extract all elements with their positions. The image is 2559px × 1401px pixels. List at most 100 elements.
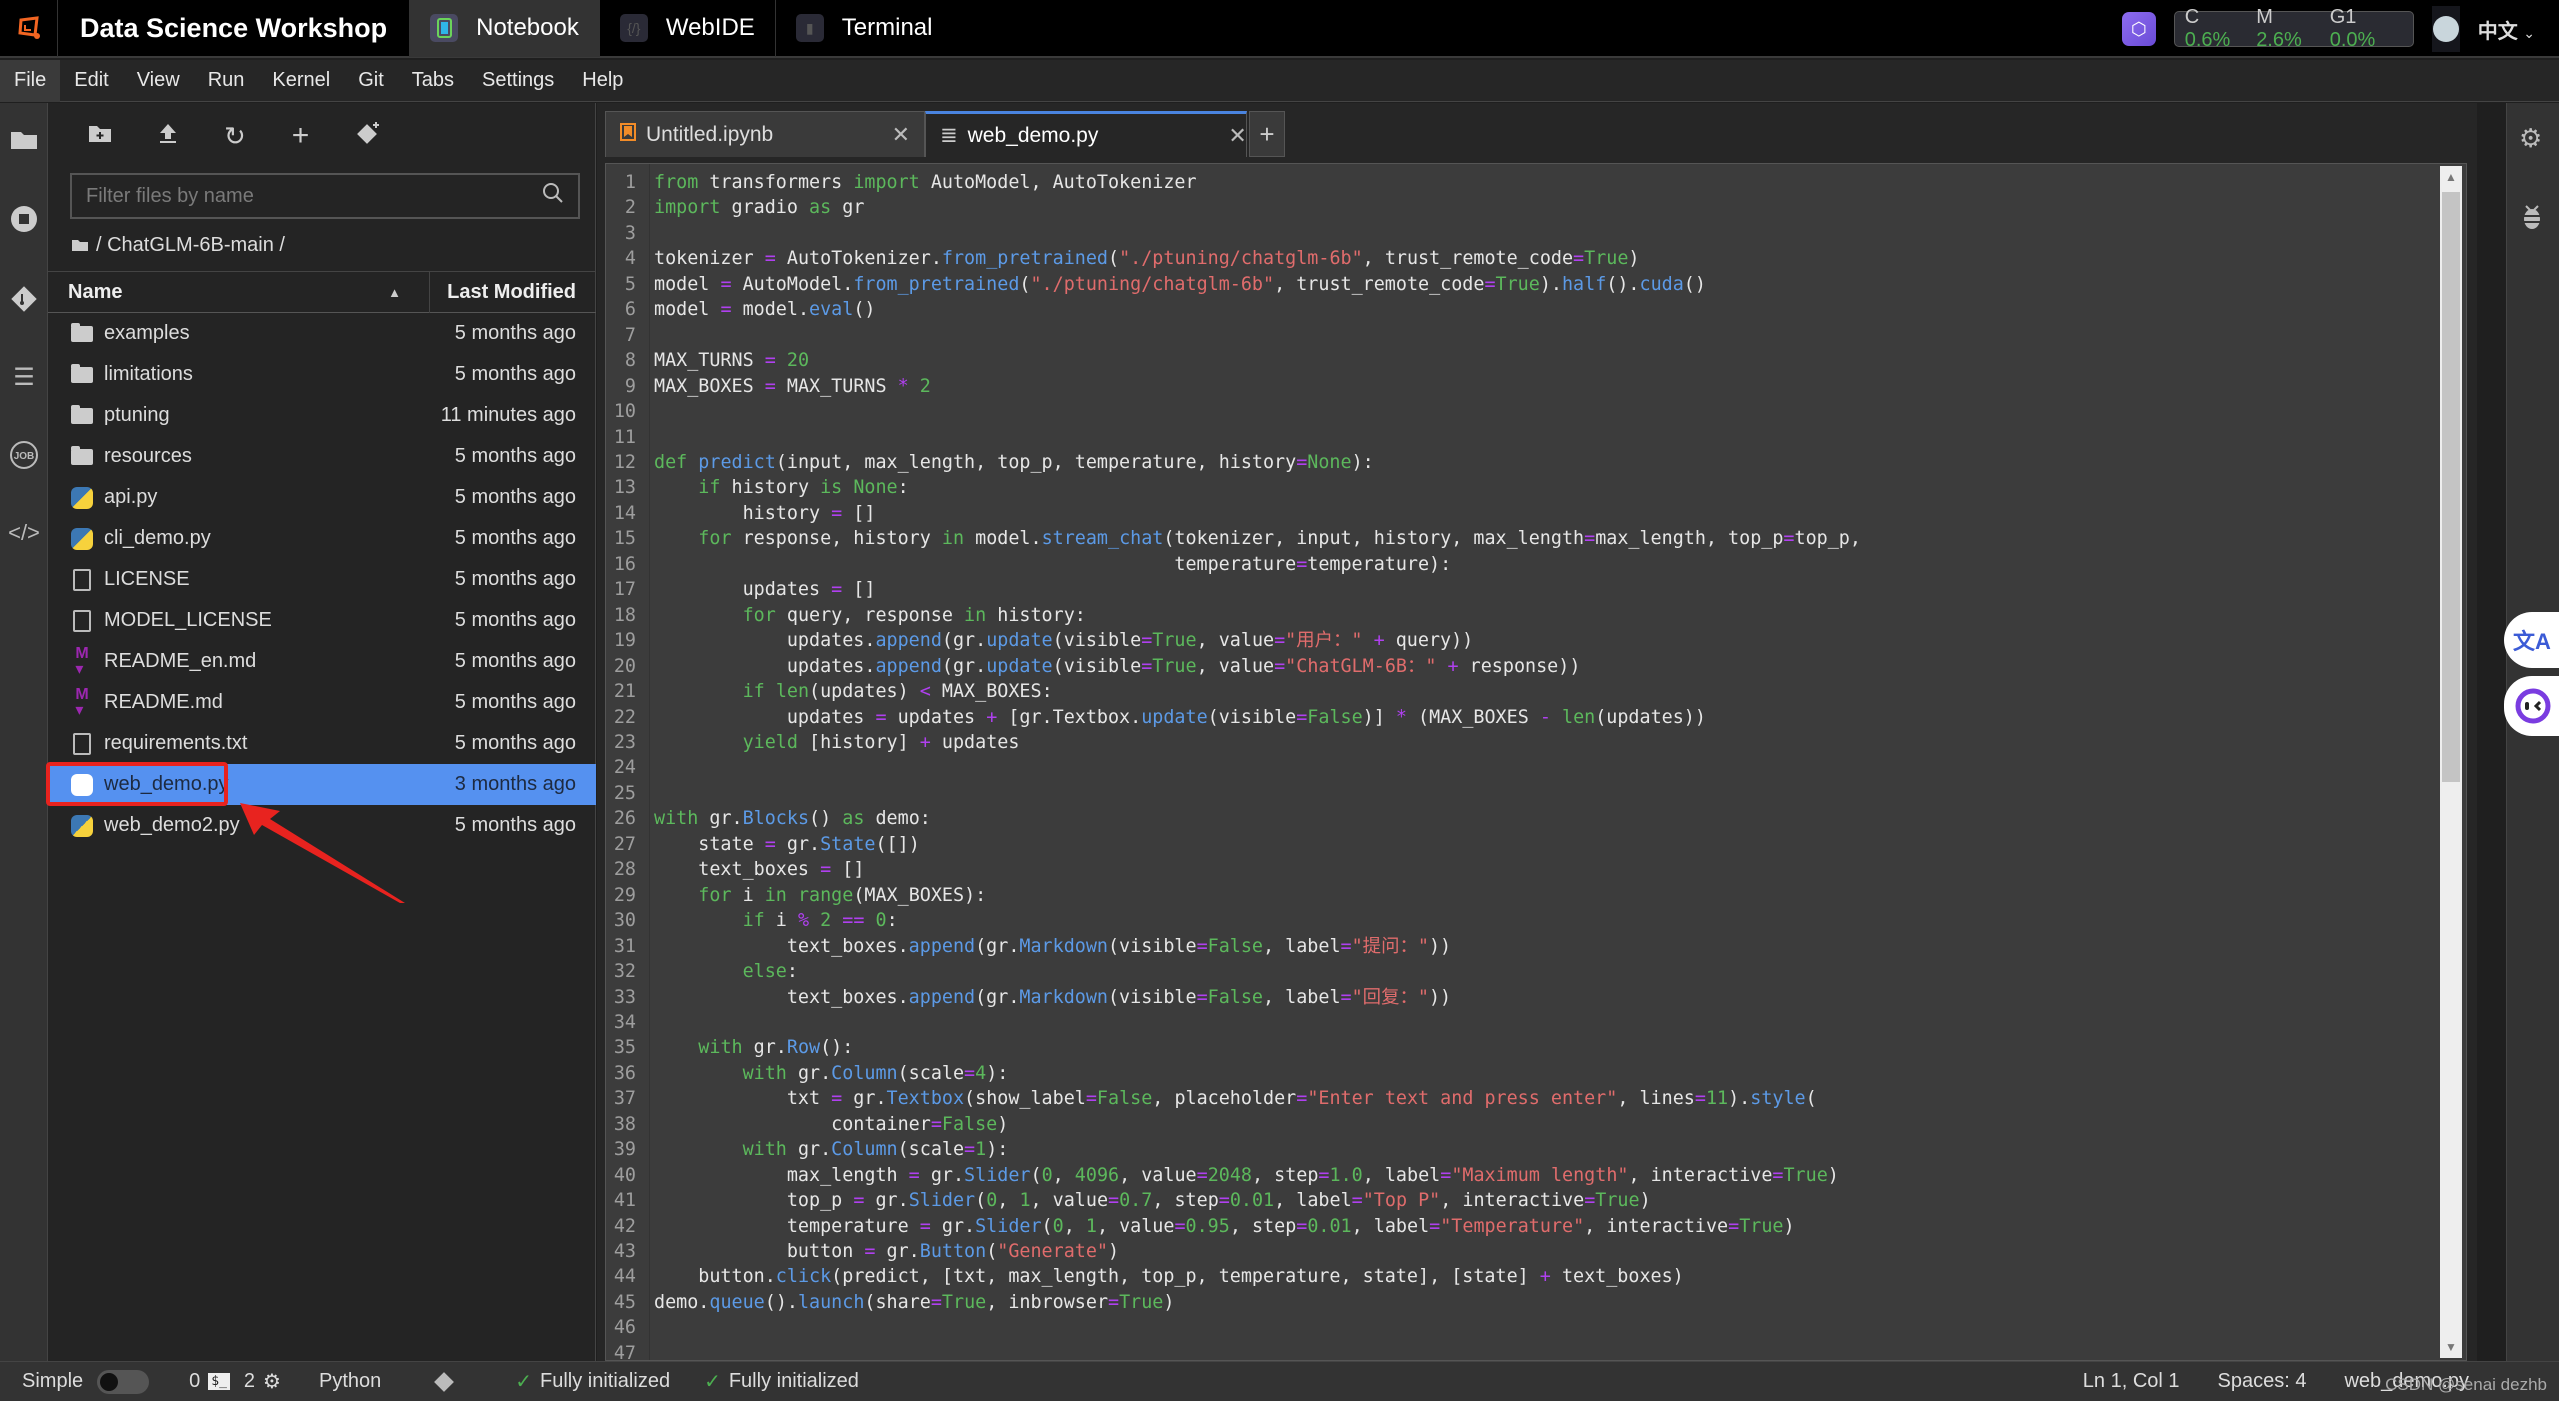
property-inspector-gears-icon[interactable]: ⚙	[2519, 123, 2542, 154]
file-row[interactable]: examples 5 months ago	[48, 313, 596, 354]
code-line[interactable]: 29 for i in range(MAX_BOXES):	[606, 883, 1861, 908]
code-line[interactable]: 28 text_boxes = []	[606, 857, 1861, 882]
home-folder-icon[interactable]	[72, 234, 88, 257]
code-line[interactable]: 16 temperature=temperature):	[606, 552, 1861, 577]
scrollbar-thumb[interactable]	[2442, 192, 2460, 782]
cursor-position[interactable]: Ln 1, Col 1	[2083, 1370, 2180, 1393]
code-line[interactable]: 8 MAX_TURNS = 20	[606, 348, 1861, 373]
code-line[interactable]: 33 text_boxes.append(gr.Markdown(visible…	[606, 985, 1861, 1010]
code-line[interactable]: 14 history = []	[606, 501, 1861, 526]
vertical-scrollbar[interactable]: ▲ ▼	[2440, 166, 2462, 1358]
kernel-name[interactable]: Python	[319, 1370, 381, 1393]
language-selector[interactable]: 中文 ⌄	[2478, 15, 2535, 44]
code-line[interactable]: 22 updates = updates + [gr.Textbox.updat…	[606, 705, 1861, 730]
top-tab-webide[interactable]: {/} WebIDE	[598, 0, 775, 57]
menu-tabs[interactable]: Tabs	[398, 60, 468, 102]
file-row[interactable]: resources 5 months ago	[48, 436, 596, 477]
git-clone-icon[interactable]	[355, 120, 381, 153]
assistant-chat-button[interactable]	[2504, 676, 2559, 736]
menu-kernel[interactable]: Kernel	[258, 60, 344, 102]
code-line[interactable]: 3	[606, 221, 1861, 246]
code-line[interactable]: 47	[606, 1341, 1861, 1360]
editor-tab-untitled-ipynb[interactable]: Untitled.ipynb ✕	[605, 111, 925, 157]
kernels-status[interactable]: 2 ⚙	[244, 1369, 281, 1394]
toggle-switch[interactable]	[97, 1369, 150, 1394]
close-icon[interactable]: ✕	[802, 122, 910, 148]
code-line[interactable]: 15 for response, history in model.stream…	[606, 526, 1861, 551]
lsp-status-2[interactable]: ✓ Fully initialized	[704, 1369, 859, 1394]
menu-run[interactable]: Run	[194, 60, 259, 102]
git-icon[interactable]	[8, 283, 40, 315]
close-icon[interactable]: ✕	[1108, 123, 1246, 149]
breadcrumb-path[interactable]: / ChatGLM-6B-main /	[96, 234, 285, 257]
top-tab-terminal[interactable]: ▮ Terminal	[774, 0, 953, 57]
code-line[interactable]: 4 tokenizer = AutoTokenizer.from_pretrain…	[606, 246, 1861, 271]
code-line[interactable]: 18 for query, response in history:	[606, 603, 1861, 628]
file-row[interactable]: web_demo.py 3 months ago	[46, 762, 596, 806]
brand-logo[interactable]	[0, 0, 58, 57]
file-row[interactable]: api.py 5 months ago	[48, 477, 596, 518]
editor-tab-web-demo-py[interactable]: ≣ web_demo.py ✕	[925, 111, 1247, 157]
code-line[interactable]: 9 MAX_BOXES = MAX_TURNS * 2	[606, 374, 1861, 399]
resource-metrics[interactable]: C 0.6% M 2.6% G1 0.0%	[2173, 6, 2414, 51]
new-launcher-icon[interactable]: +	[292, 119, 310, 153]
code-line[interactable]: 23 yield [history] + updates	[606, 730, 1861, 755]
code-line[interactable]: 10	[606, 399, 1861, 424]
code-line[interactable]: 13 if history is None:	[606, 475, 1861, 500]
assistant-bot-button[interactable]: ⬡	[2121, 12, 2156, 46]
user-avatar[interactable]	[2431, 6, 2460, 52]
top-tab-notebook[interactable]: Notebook	[409, 0, 599, 57]
git-status-icon[interactable]	[433, 1371, 455, 1393]
menu-file[interactable]: File	[0, 59, 61, 102]
file-row[interactable]: LICENSE 5 months ago	[48, 559, 596, 600]
menu-edit[interactable]: Edit	[60, 60, 122, 102]
code-line[interactable]: 39 with gr.Column(scale=1):	[606, 1137, 1861, 1162]
lsp-status-1[interactable]: ✓ Fully initialized	[515, 1369, 670, 1394]
code-line[interactable]: 46	[606, 1315, 1861, 1340]
running-kernels-icon[interactable]	[8, 203, 40, 235]
code-line[interactable]: 32 else:	[606, 959, 1861, 984]
code-editor[interactable]: 1 from transformers import AutoModel, Aut…	[605, 163, 2467, 1361]
code-snippets-icon[interactable]: </>	[8, 517, 40, 549]
menu-settings[interactable]: Settings	[468, 60, 568, 102]
menu-help[interactable]: Help	[568, 60, 637, 102]
filter-files-input[interactable]	[86, 184, 542, 208]
code-line[interactable]: 42 temperature = gr.Slider(0, 1, value=0…	[606, 1214, 1861, 1239]
simple-mode-toggle[interactable]: Simple	[22, 1369, 150, 1394]
column-last-modified[interactable]: Last Modified	[430, 281, 596, 304]
code-line[interactable]: 27 state = gr.State([])	[606, 832, 1861, 857]
code-line[interactable]: 26 with gr.Blocks() as demo:	[606, 806, 1861, 831]
table-of-contents-icon[interactable]: ☰	[8, 361, 40, 393]
file-row[interactable]: M ▾ README.md 5 months ago	[48, 682, 596, 723]
code-line[interactable]: 31 text_boxes.append(gr.Markdown(visible…	[606, 934, 1861, 959]
refresh-icon[interactable]: ↻	[224, 121, 246, 152]
terminals-status[interactable]: 0 $_	[189, 1370, 230, 1393]
file-browser-icon[interactable]	[8, 123, 40, 155]
file-row[interactable]: limitations 5 months ago	[48, 354, 596, 395]
indentation-setting[interactable]: Spaces: 4	[2218, 1370, 2307, 1393]
code-line[interactable]: 12 def predict(input, max_length, top_p, …	[606, 450, 1861, 475]
file-row[interactable]: requirements.txt 5 months ago	[48, 723, 596, 764]
code-line[interactable]: 41 top_p = gr.Slider(0, 1, value=0.7, st…	[606, 1188, 1861, 1213]
code-line[interactable]: 5 model = AutoModel.from_pretrained("./pt…	[606, 272, 1861, 297]
code-line[interactable]: 34	[606, 1010, 1861, 1035]
code-line[interactable]: 38 container=False)	[606, 1112, 1861, 1137]
file-row[interactable]: web_demo2.py 5 months ago	[48, 805, 596, 846]
code-line[interactable]: 37 txt = gr.Textbox(show_label=False, pl…	[606, 1086, 1861, 1111]
scroll-up-icon[interactable]: ▲	[2440, 166, 2462, 188]
code-line[interactable]: 1 from transformers import AutoModel, Aut…	[606, 170, 1861, 195]
code-line[interactable]: 24	[606, 755, 1861, 780]
code-line[interactable]: 17 updates = []	[606, 577, 1861, 602]
code-line[interactable]: 35 with gr.Row():	[606, 1035, 1861, 1060]
new-folder-icon[interactable]	[88, 122, 112, 150]
debugger-bug-icon[interactable]	[2519, 203, 2545, 238]
file-row[interactable]: ptuning 11 minutes ago	[48, 395, 596, 436]
file-row[interactable]: cli_demo.py 5 months ago	[48, 518, 596, 559]
code-line[interactable]: 43 button = gr.Button("Generate")	[606, 1239, 1861, 1264]
code-line[interactable]: 11	[606, 425, 1861, 450]
code-line[interactable]: 40 max_length = gr.Slider(0, 4096, value…	[606, 1163, 1861, 1188]
code-lines[interactable]: 1 from transformers import AutoModel, Aut…	[606, 170, 1861, 1360]
code-line[interactable]: 6 model = model.eval()	[606, 297, 1861, 322]
code-line[interactable]: 36 with gr.Column(scale=4):	[606, 1061, 1861, 1086]
menu-view[interactable]: View	[123, 60, 194, 102]
